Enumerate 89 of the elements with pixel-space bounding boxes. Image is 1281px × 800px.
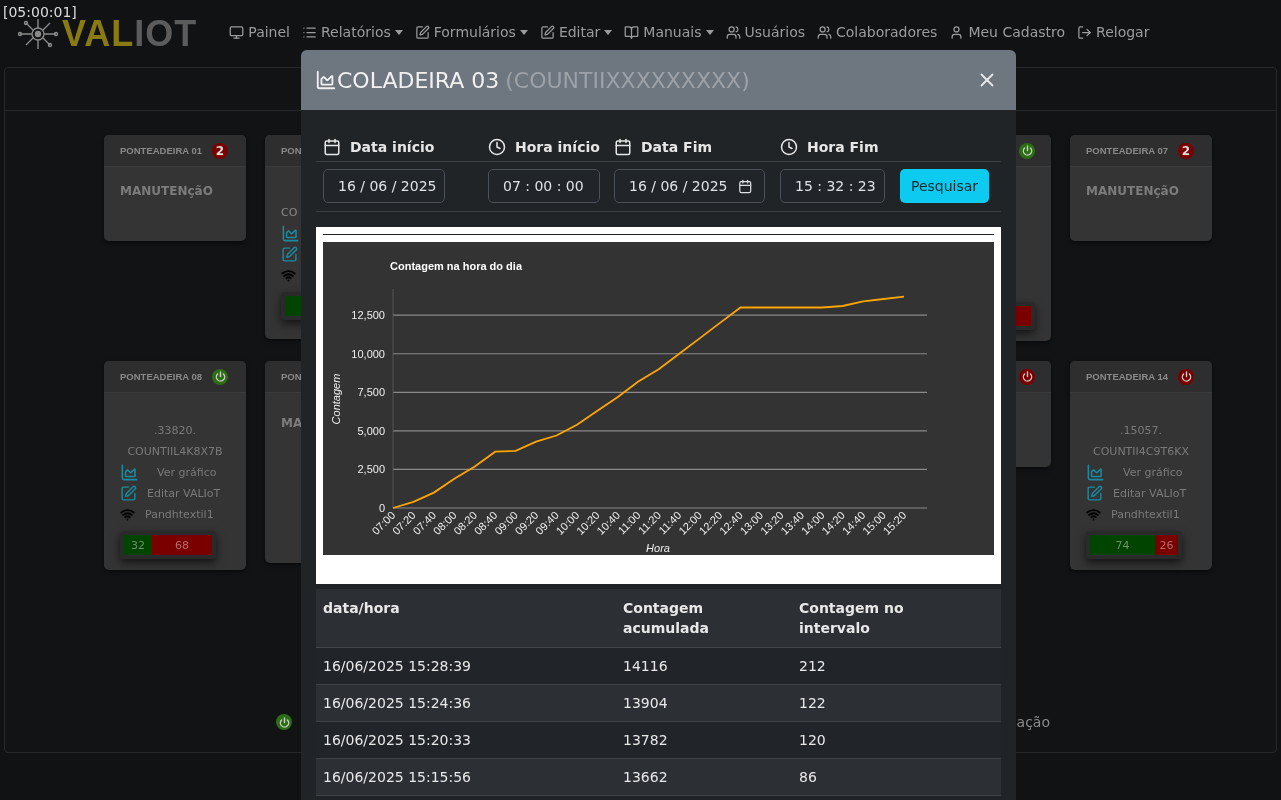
user-icon <box>949 24 965 40</box>
filter-label: Data início <box>350 138 435 155</box>
table-cell: 16/06/2025 15:20:33 <box>316 721 616 759</box>
users-icon <box>817 24 832 40</box>
table-cell: 120 <box>792 721 1001 759</box>
filter-label: Hora Fim <box>807 138 879 155</box>
chart-title: Contagem na hora do dia <box>390 260 522 272</box>
list-icon <box>302 24 317 40</box>
y-tick-label: 10,000 <box>351 347 385 360</box>
table-cell: 16/06/2025 15:15:56 <box>316 758 616 796</box>
card-title: PON <box>281 145 302 156</box>
filter-label: Hora início <box>515 138 600 155</box>
bad-count: 68 <box>174 537 191 554</box>
status-text: MANUTENçãO <box>120 184 214 198</box>
chart-icon <box>315 69 337 91</box>
card-title: PONTEADEIRA 01 <box>120 145 202 156</box>
logo-text: IOT <box>134 13 198 55</box>
status-text: MANUTENçãO <box>1086 184 1180 198</box>
y-axis-label: Contagem <box>330 373 342 425</box>
nav-link[interactable]: Colaboradores <box>811 24 944 40</box>
nav-link[interactable]: Relatórios <box>296 24 409 40</box>
edit-icon <box>539 24 555 40</box>
legend-text: ação <box>1016 714 1050 730</box>
clock-icon <box>780 137 798 156</box>
y-tick-label: 2,500 <box>357 463 385 476</box>
logout-icon <box>1077 24 1093 40</box>
device-code: .33820. <box>153 423 197 439</box>
network-name: Pandhtextil1 <box>145 508 214 521</box>
wifi-icon <box>120 507 135 522</box>
good-count: 74 <box>1090 535 1156 555</box>
users-icon <box>725 24 741 40</box>
good-count: 32 <box>124 535 153 555</box>
table-cell: 13904 <box>616 684 792 722</box>
wifi-icon <box>1086 507 1101 522</box>
column-header: Contagem no intervalo <box>792 589 1001 648</box>
date-field[interactable]: 16 / 06 / 2025 <box>614 169 765 203</box>
table-cell: 13782 <box>616 721 792 759</box>
table-cell: 86 <box>792 758 1001 796</box>
alert-badge: 2 <box>212 142 228 159</box>
y-tick-label: 12,500 <box>351 309 385 322</box>
clock-icon <box>488 137 506 156</box>
x-axis-label: Hora <box>646 542 670 554</box>
edit-icon <box>1086 485 1103 502</box>
table-cell: 16/06/2025 15:28:39 <box>316 647 616 685</box>
nav-link[interactable]: Relogar <box>1071 24 1156 40</box>
time-field[interactable]: 15 : 32 : 23 <box>780 169 885 203</box>
device-serial: COUNTII4C9T6KX <box>1092 444 1190 460</box>
table-cell: 16/06/2025 15:24:36 <box>316 684 616 722</box>
card-title: PON <box>281 371 302 382</box>
column-header: data/hora <box>316 589 616 648</box>
nav-link[interactable]: Manuais <box>618 24 720 40</box>
calendar-icon <box>737 178 752 194</box>
device-serial: COUNTIIL4K8X7B <box>126 444 224 460</box>
alert-badge: 2 <box>1178 142 1194 159</box>
nav-link[interactable]: Meu Cadastro <box>943 24 1072 40</box>
calendar-icon <box>614 137 632 156</box>
edit-icon <box>120 485 137 502</box>
column-header: Contagem acumulada <box>616 589 792 648</box>
table-cell: 212 <box>792 647 1001 685</box>
chart-icon <box>120 463 139 482</box>
calendar-icon <box>323 137 341 156</box>
card-title: PONTEADEIRA 08 <box>120 371 202 382</box>
network-name: Pandhtextil1 <box>1111 508 1180 521</box>
edit-icon <box>281 246 298 263</box>
time-field[interactable]: 07 : 00 : 00 <box>488 169 600 203</box>
table-cell: 122 <box>792 684 1001 722</box>
nav-link[interactable]: Painel <box>223 24 296 40</box>
device-serial: CO <box>281 205 298 221</box>
date-field[interactable]: 16 / 06 / 2025 <box>323 169 445 203</box>
book-icon <box>624 24 640 40</box>
edit-icon <box>414 24 430 40</box>
nav-link[interactable]: Editar <box>533 24 619 40</box>
nav-link[interactable]: Formulários <box>408 24 534 40</box>
y-tick-label: 0 <box>378 502 385 514</box>
card-title: PONTEADEIRA 14 <box>1086 371 1168 382</box>
table-cell: 13662 <box>616 758 792 796</box>
bad-count: 26 <box>1158 537 1175 554</box>
nav-link[interactable]: Usuários <box>719 24 811 40</box>
device-code: .15057. <box>1119 423 1163 439</box>
y-tick-label: 5,000 <box>357 424 385 437</box>
chart-icon <box>1086 463 1105 482</box>
filter-label: Data Fim <box>641 138 713 155</box>
y-tick-label: 7,500 <box>357 386 385 399</box>
monitor-icon <box>229 24 245 40</box>
dialog-title: COLADEIRA 03 <box>337 67 500 93</box>
card-title: PONTEADEIRA 07 <box>1086 145 1168 156</box>
wifi-icon <box>281 268 296 283</box>
search-button[interactable]: Pesquisar <box>900 169 990 203</box>
table-cell: 14116 <box>616 647 792 685</box>
